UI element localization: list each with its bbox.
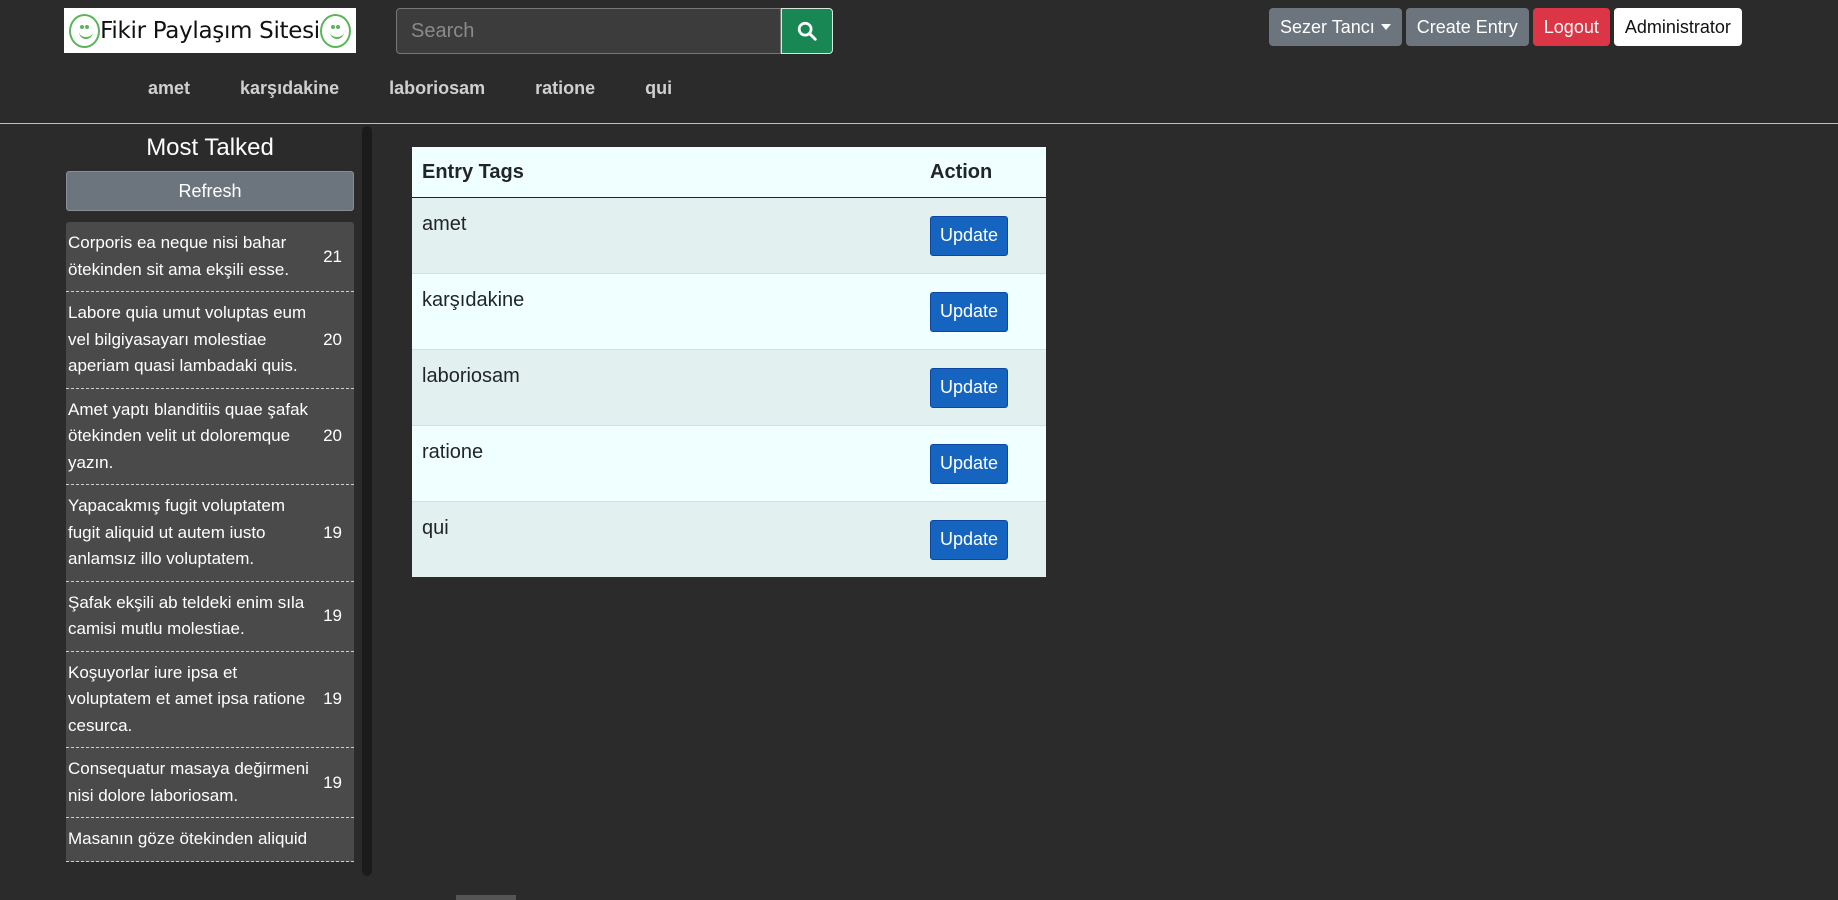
horizontal-scrollbar[interactable]: [456, 895, 516, 900]
site-logo[interactable]: Fikir Paylaşım Sitesi: [64, 8, 356, 53]
tag-nav: amet karşıdakine laboriosam ratione qui: [148, 78, 722, 99]
sidebar-title: Most Talked: [146, 134, 274, 161]
tag-cell: karşıdakine: [412, 273, 920, 350]
tag-link[interactable]: ratione: [535, 78, 595, 99]
update-button[interactable]: Update: [930, 215, 1009, 256]
entry-tags-table: Entry Tags Action amet Update karşıdakin…: [412, 147, 1046, 577]
smiley-icon: [69, 13, 101, 48]
search-icon: [797, 21, 817, 41]
table-row: ratione Update: [412, 425, 1046, 502]
entry-title: Amet yaptı blanditiis quae şafak ötekind…: [68, 399, 309, 472]
entry-title: Masanın göze ötekinden aliquid: [68, 829, 308, 848]
entry-title: Koşuyorlar iure ipsa et voluptatem et am…: [68, 662, 306, 735]
tag-cell: laboriosam: [412, 349, 920, 426]
update-button[interactable]: Update: [930, 519, 1009, 560]
header-actions: Sezer Tancı Create Entry Logout Administ…: [1269, 8, 1742, 46]
tag-link[interactable]: qui: [645, 78, 672, 99]
smiley-icon: [319, 13, 351, 48]
table-row: laboriosam Update: [412, 349, 1046, 426]
user-menu-label: Sezer Tancı: [1280, 16, 1375, 37]
list-item[interactable]: Corporis ea neque nisi bahar ötekinden s…: [66, 222, 354, 292]
most-talked-sidebar: Most Talked Refresh Corporis ea neque ni…: [66, 130, 354, 900]
entry-count: 20: [323, 329, 342, 349]
table-header-row: Entry Tags Action: [412, 147, 1046, 198]
list-item[interactable]: Consequatur masaya değirmeni nisi dolore…: [66, 748, 354, 818]
search-bar: [396, 8, 833, 54]
table-row: amet Update: [412, 197, 1046, 274]
tag-cell: ratione: [412, 425, 920, 502]
header-divider: [0, 123, 1838, 124]
caret-down-icon: [1380, 24, 1391, 30]
list-item[interactable]: Labore quia umut voluptas eum vel bilgiy…: [66, 292, 354, 389]
administrator-button[interactable]: Administrator: [1613, 8, 1742, 46]
entry-count: 21: [323, 246, 342, 266]
refresh-button[interactable]: Refresh: [66, 171, 354, 211]
column-header-action: Action: [920, 147, 1046, 198]
entry-count: 19: [323, 606, 342, 625]
tag-cell: amet: [412, 197, 920, 274]
entry-title: Şafak ekşili ab teldeki enim sıla camisi…: [68, 592, 305, 639]
logout-button[interactable]: Logout: [1532, 8, 1610, 46]
table-row: karşıdakine Update: [412, 273, 1046, 350]
entry-count: 19: [323, 689, 342, 709]
entry-count: 19: [323, 772, 342, 792]
list-item[interactable]: Amet yaptı blanditiis quae şafak ötekind…: [66, 389, 354, 485]
user-menu-button[interactable]: Sezer Tancı: [1269, 8, 1402, 46]
list-item[interactable]: Koşuyorlar iure ipsa et voluptatem et am…: [66, 652, 354, 748]
entry-title: Yapacakmış fugit voluptatem fugit aliqui…: [68, 496, 286, 568]
most-talked-list: Corporis ea neque nisi bahar ötekinden s…: [66, 222, 354, 862]
update-button[interactable]: Update: [930, 291, 1009, 332]
column-header-tags: Entry Tags: [412, 147, 920, 198]
entry-count: 19: [323, 522, 342, 542]
tag-cell: qui: [412, 501, 920, 577]
table-row: qui Update: [412, 501, 1046, 577]
tag-link[interactable]: amet: [148, 78, 190, 99]
entry-count: 20: [323, 426, 342, 446]
update-button[interactable]: Update: [930, 367, 1009, 408]
search-button[interactable]: [781, 8, 833, 54]
create-entry-button[interactable]: Create Entry: [1405, 8, 1529, 46]
sidebar-scrollbar[interactable]: [362, 126, 372, 876]
entry-title: Labore quia umut voluptas eum vel bilgiy…: [68, 303, 307, 375]
entry-title: Consequatur masaya değirmeni nisi dolore…: [68, 759, 309, 805]
tag-link[interactable]: karşıdakine: [240, 78, 339, 99]
list-item[interactable]: Şafak ekşili ab teldeki enim sıla camisi…: [66, 582, 354, 652]
search-input[interactable]: [396, 8, 781, 54]
entry-title: Corporis ea neque nisi bahar ötekinden s…: [68, 233, 290, 279]
update-button[interactable]: Update: [930, 443, 1009, 484]
tag-link[interactable]: laboriosam: [389, 78, 485, 99]
list-item[interactable]: Yapacakmış fugit voluptatem fugit aliqui…: [66, 485, 354, 582]
logo-text: Fikir Paylaşım Sitesi: [100, 17, 320, 44]
list-item[interactable]: Masanın göze ötekinden aliquid: [66, 818, 354, 862]
